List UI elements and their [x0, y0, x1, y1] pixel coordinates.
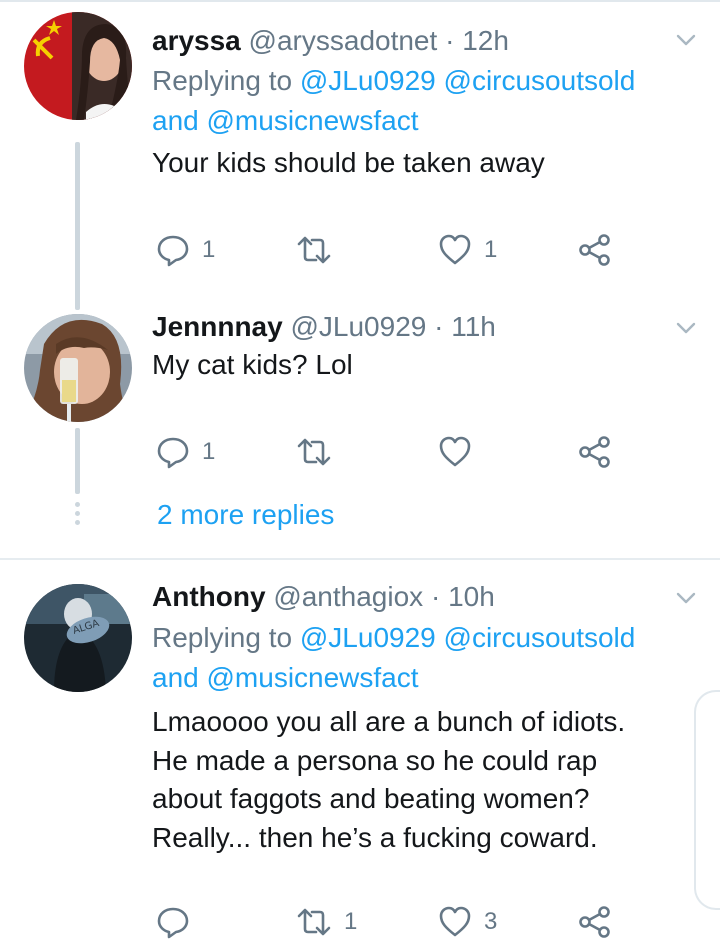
- mention-link[interactable]: @JLu0929: [300, 65, 436, 96]
- avatar-aryssa[interactable]: [24, 12, 132, 120]
- retweet-button[interactable]: [296, 432, 344, 472]
- reply-button[interactable]: 1: [156, 432, 215, 472]
- replying-to-and: and: [152, 105, 207, 136]
- tweet-header: aryssa @aryssadotnet · 12h: [152, 22, 509, 60]
- tweet-text-line: He made a persona so he could rap: [152, 744, 598, 776]
- reply-icon: [157, 437, 189, 469]
- separator: ·: [437, 25, 463, 56]
- reply-button[interactable]: 1: [156, 230, 215, 270]
- retweet-count: 1: [344, 908, 358, 935]
- reply-count: 1: [202, 236, 216, 263]
- thread-dots: [75, 502, 80, 529]
- like-count: 3: [484, 908, 498, 935]
- share-icon: [579, 906, 610, 938]
- share-button[interactable]: [578, 902, 612, 942]
- tweet-text: My cat kids? Lol: [152, 349, 353, 380]
- like-button[interactable]: 1: [438, 230, 497, 270]
- reply-button[interactable]: [156, 902, 202, 942]
- caret-down-icon[interactable]: [674, 28, 698, 52]
- display-name[interactable]: Jennnnay: [152, 311, 283, 342]
- tweet-text-line: about faggots and beating women?: [152, 783, 590, 814]
- mention-link[interactable]: @circusoutsold: [444, 65, 636, 96]
- tweet-text: Lmaoooo you all are a bunch of idiots. H…: [152, 703, 692, 857]
- timestamp[interactable]: 10h: [448, 581, 495, 612]
- separator: ·: [426, 311, 452, 342]
- timestamp[interactable]: 12h: [462, 25, 509, 56]
- handle[interactable]: @anthagiox: [273, 581, 423, 612]
- replying-to-label: Replying to: [152, 65, 300, 96]
- like-icon: [439, 436, 471, 467]
- retweet-button[interactable]: 1: [296, 902, 357, 942]
- scroll-edge: [694, 690, 720, 910]
- handle[interactable]: @JLu0929: [290, 311, 426, 342]
- thread-line: [75, 428, 80, 494]
- like-icon: [439, 234, 471, 265]
- retweet-icon: [297, 908, 331, 936]
- timestamp[interactable]: 11h: [451, 311, 496, 342]
- replying-to-label: Replying to: [152, 622, 300, 653]
- like-button[interactable]: [438, 432, 484, 472]
- tweet-text-line: Lmaoooo you all are a bunch of idiots.: [152, 706, 626, 737]
- tweet-header: Jennnnay @JLu0929 · 11h: [152, 308, 496, 346]
- display-name[interactable]: Anthony: [152, 581, 266, 612]
- top-border: [0, 0, 720, 2]
- thread-line: [75, 142, 80, 310]
- mention-link[interactable]: @musicnewsfact: [207, 662, 419, 693]
- reply-count: 1: [202, 438, 216, 465]
- replying-to: Replying to @JLu0929 @circusoutsold and @…: [152, 618, 692, 698]
- replying-to: Replying to @JLu0929 @circusoutsold and @…: [152, 61, 692, 141]
- divider: [0, 558, 720, 560]
- reply-icon: [157, 907, 189, 939]
- tweet-header: Anthony @anthagiox · 10h: [152, 578, 495, 616]
- share-button[interactable]: [578, 230, 612, 270]
- like-button[interactable]: 3: [438, 902, 497, 942]
- more-replies-link[interactable]: 2 more replies: [157, 496, 334, 534]
- reply-icon: [157, 235, 189, 267]
- tweet-text-line: Really... then he’s a fucking coward.: [152, 821, 598, 853]
- mention-link[interactable]: @JLu0929: [300, 622, 436, 653]
- tweet-text: Your kids should be taken away: [152, 147, 545, 178]
- retweet-icon: [297, 236, 331, 264]
- caret-down-icon[interactable]: [674, 316, 698, 340]
- retweet-button[interactable]: [296, 230, 344, 270]
- retweet-icon: [297, 438, 331, 466]
- caret-down-icon[interactable]: [674, 586, 698, 610]
- share-icon: [579, 436, 610, 468]
- handle[interactable]: @aryssadotnet: [249, 25, 438, 56]
- avatar-anthony[interactable]: ALGA: [24, 584, 132, 692]
- avatar-jennnnay[interactable]: [24, 314, 132, 422]
- share-button[interactable]: [578, 432, 612, 472]
- separator: ·: [423, 581, 449, 612]
- mention-link[interactable]: @circusoutsold: [444, 622, 636, 653]
- replying-to-and: and: [152, 662, 207, 693]
- like-count: 1: [484, 236, 498, 263]
- display-name[interactable]: aryssa: [152, 25, 241, 56]
- mention-link[interactable]: @musicnewsfact: [207, 105, 419, 136]
- share-icon: [579, 234, 610, 266]
- like-icon: [439, 906, 471, 937]
